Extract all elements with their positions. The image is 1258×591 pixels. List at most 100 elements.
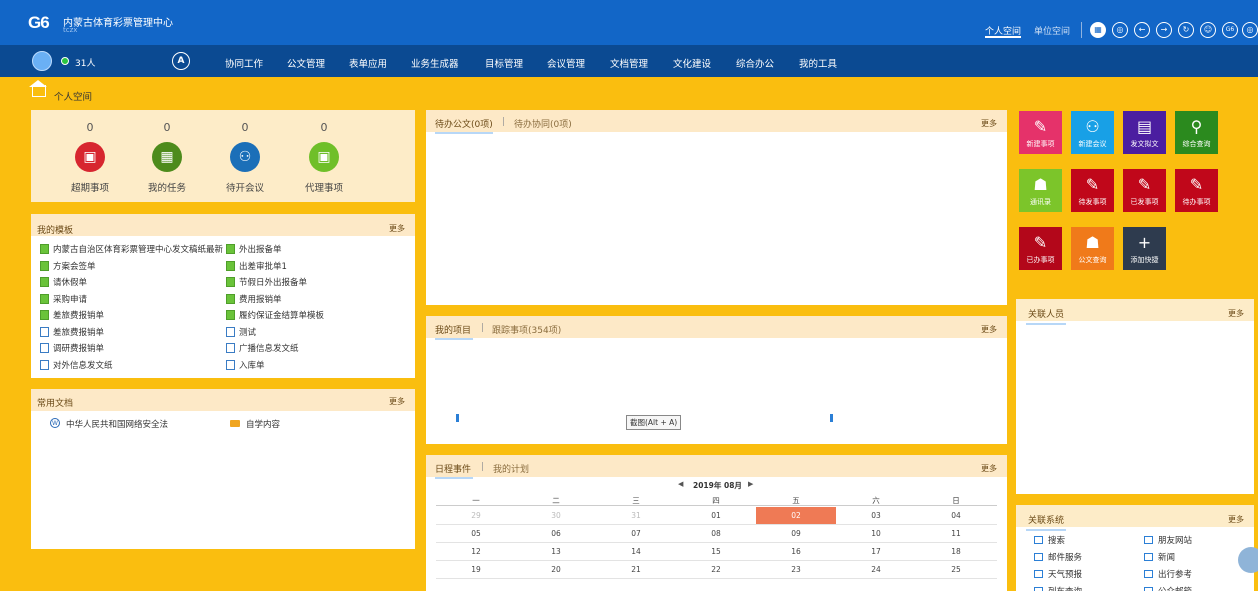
- doc-item[interactable]: 自学内容: [246, 418, 280, 430]
- tab-my-projects[interactable]: 我的项目: [435, 323, 471, 336]
- calendar-day[interactable]: 12: [436, 543, 516, 560]
- calendar-day[interactable]: 24: [836, 561, 916, 578]
- calendar-day-today[interactable]: 02: [756, 507, 836, 524]
- calendar-day[interactable]: 11: [916, 525, 996, 542]
- system-link[interactable]: 列车查询: [1034, 585, 1082, 591]
- next-month-icon[interactable]: ▶: [748, 480, 753, 488]
- more-link[interactable]: 更多: [1228, 308, 1244, 319]
- apps-icon[interactable]: ▦: [1090, 22, 1106, 38]
- clock-doc-icon[interactable]: ▣: [75, 142, 105, 172]
- system-link[interactable]: 邮件服务: [1034, 551, 1082, 563]
- personal-space-link[interactable]: 个人空间: [985, 24, 1022, 38]
- template-item[interactable]: 外出报备单: [226, 243, 282, 255]
- nav-item-meetings[interactable]: 会议管理: [547, 56, 585, 70]
- more-link[interactable]: 更多: [389, 396, 405, 407]
- tab-my-plan[interactable]: 我的计划: [493, 462, 529, 475]
- nav-item-office[interactable]: 综合办公: [736, 56, 774, 70]
- template-item[interactable]: 差旅费报销单: [40, 326, 104, 338]
- system-link[interactable]: 出行参考: [1144, 568, 1192, 580]
- template-item[interactable]: 测试: [226, 326, 256, 338]
- template-item[interactable]: 差旅费报销单: [40, 309, 104, 321]
- calendar-day[interactable]: 23: [756, 561, 836, 578]
- tile-todo[interactable]: ✎ 待办事项: [1175, 169, 1218, 212]
- calendar-day[interactable]: 31: [596, 507, 676, 524]
- template-item[interactable]: 采购申请: [40, 293, 87, 305]
- meeting-label[interactable]: 待开会议: [215, 180, 275, 194]
- more-link[interactable]: 更多: [981, 324, 997, 335]
- g6-icon[interactable]: G6: [1222, 22, 1238, 38]
- tab-pending-collab[interactable]: 待办协同(0项): [514, 117, 572, 130]
- tile-new-meeting[interactable]: ⚇ 新建会议: [1071, 111, 1114, 154]
- tile-draft[interactable]: ▤ 发文拟文: [1123, 111, 1166, 154]
- calendar-day[interactable]: 08: [676, 525, 756, 542]
- more-link[interactable]: 更多: [389, 223, 405, 234]
- template-item[interactable]: 请休假单: [40, 276, 87, 288]
- more-link[interactable]: 更多: [981, 463, 997, 474]
- tile-sent[interactable]: ✎ 已发事项: [1123, 169, 1166, 212]
- refresh-icon[interactable]: ↻: [1178, 22, 1194, 38]
- nav-item-tools[interactable]: 我的工具: [799, 56, 837, 70]
- proxy-doc-icon[interactable]: ▣: [309, 142, 339, 172]
- back-icon[interactable]: ←: [1134, 22, 1150, 38]
- nav-item-biz-gen[interactable]: 业务生成器: [411, 56, 459, 70]
- calendar-day[interactable]: 05: [436, 525, 516, 542]
- nav-item-culture[interactable]: 文化建设: [673, 56, 711, 70]
- overdue-label[interactable]: 超期事项: [60, 180, 120, 194]
- tile-add[interactable]: + 添加快捷: [1123, 227, 1166, 270]
- breadcrumb[interactable]: 个人空间: [54, 89, 92, 103]
- calendar-day[interactable]: 15: [676, 543, 756, 560]
- template-item[interactable]: 广播信息发文纸: [226, 342, 299, 354]
- task-label[interactable]: 我的任务: [137, 180, 197, 194]
- avatar[interactable]: [32, 51, 52, 71]
- prev-month-icon[interactable]: ◀: [678, 480, 683, 488]
- nav-item-forms[interactable]: 表单应用: [349, 56, 387, 70]
- people-icon[interactable]: ⚇: [230, 142, 260, 172]
- calendar-day[interactable]: 17: [836, 543, 916, 560]
- calendar-day[interactable]: 09: [756, 525, 836, 542]
- calendar-day[interactable]: 18: [916, 543, 996, 560]
- calendar-day[interactable]: 20: [516, 561, 596, 578]
- nav-toggle-icon[interactable]: A: [172, 52, 190, 70]
- calendar-day[interactable]: 19: [436, 561, 516, 578]
- system-link[interactable]: 公众邮箱: [1144, 585, 1192, 591]
- template-item[interactable]: 出差审批单1: [226, 260, 287, 272]
- proxy-label[interactable]: 代理事项: [294, 180, 354, 194]
- calendar-day[interactable]: 21: [596, 561, 676, 578]
- tile-done[interactable]: ✎ 已办事项: [1019, 227, 1062, 270]
- calendar-day[interactable]: 03: [836, 507, 916, 524]
- float-widget-icon[interactable]: [1238, 547, 1258, 573]
- tile-contacts[interactable]: ☗ 通讯录: [1019, 169, 1062, 212]
- calendar-day[interactable]: 25: [916, 561, 996, 578]
- nav-item-goals[interactable]: 目标管理: [485, 56, 523, 70]
- more-icon[interactable]: ◎: [1242, 22, 1258, 38]
- calendar-day[interactable]: 10: [836, 525, 916, 542]
- calendar-icon[interactable]: ▦: [152, 142, 182, 172]
- tile-to-send[interactable]: ✎ 待发事项: [1071, 169, 1114, 212]
- template-item[interactable]: 内蒙古自治区体育彩票管理中心发文稿纸最新: [40, 243, 223, 255]
- doc-item[interactable]: 中华人民共和国网络安全法: [66, 418, 168, 430]
- target-icon[interactable]: ◎: [1112, 22, 1128, 38]
- nav-item-official-doc[interactable]: 公文管理: [287, 56, 325, 70]
- tab-schedule[interactable]: 日程事件: [435, 462, 471, 475]
- more-link[interactable]: 更多: [1228, 514, 1244, 525]
- tile-new-item[interactable]: ✎ 新建事项: [1019, 111, 1062, 154]
- template-item[interactable]: 入库单: [226, 359, 265, 371]
- calendar-day[interactable]: 04: [916, 507, 996, 524]
- calendar-day[interactable]: 01: [676, 507, 756, 524]
- nav-item-collab[interactable]: 协同工作: [225, 56, 263, 70]
- nav-item-documents[interactable]: 文档管理: [610, 56, 648, 70]
- calendar-day[interactable]: 22: [676, 561, 756, 578]
- tab-pending-docs[interactable]: 待办公文(0项): [435, 117, 493, 130]
- calendar-day[interactable]: 30: [516, 507, 596, 524]
- calendar-day[interactable]: 06: [516, 525, 596, 542]
- calendar-day[interactable]: 07: [596, 525, 676, 542]
- calendar-day[interactable]: 13: [516, 543, 596, 560]
- tile-doc-query[interactable]: ☗ 公文查询: [1071, 227, 1114, 270]
- template-item[interactable]: 费用报销单: [226, 293, 282, 305]
- calendar-day[interactable]: 16: [756, 543, 836, 560]
- template-item[interactable]: 履约保证金结算单模板: [226, 309, 324, 321]
- forward-icon[interactable]: →: [1156, 22, 1172, 38]
- system-link[interactable]: 朋友网站: [1144, 534, 1192, 546]
- calendar-day[interactable]: 29: [436, 507, 516, 524]
- system-link[interactable]: 天气预报: [1034, 568, 1082, 580]
